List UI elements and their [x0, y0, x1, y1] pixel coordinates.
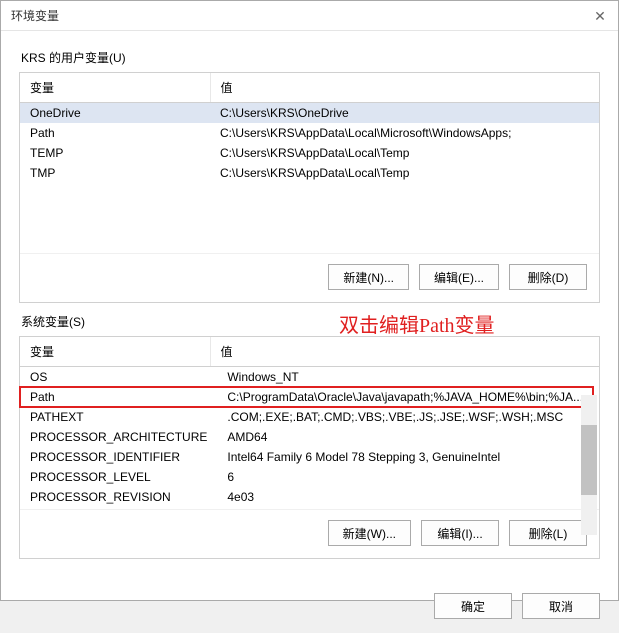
system-vars-table-wrap: 变量 值 OS Windows_NT Path — [20, 337, 599, 509]
system-button-row: 新建(W)... 编辑(I)... 删除(L) — [20, 509, 599, 558]
var-name: OS — [20, 367, 217, 387]
titlebar: 环境变量 ✕ — [1, 1, 618, 31]
user-vars-group: 变量 值 OneDrive C:\Users\KRS\OneDrive — [19, 72, 600, 303]
var-value: C:\ProgramData\Oracle\Java\javapath;%JAV… — [217, 387, 593, 407]
user-delete-button[interactable]: 删除(D) — [509, 264, 587, 290]
table-row[interactable]: TEMP C:\Users\KRS\AppData\Local\Temp — [20, 143, 599, 163]
system-vars-table[interactable]: 变量 值 — [20, 337, 599, 367]
user-table-scroll[interactable]: OneDrive C:\Users\KRS\OneDrive Path C:\U… — [20, 103, 599, 253]
table-row[interactable]: PATHEXT .COM;.EXE;.BAT;.CMD;.VBS;.VBE;.J… — [20, 407, 593, 427]
var-value: C:\Users\KRS\AppData\Local\Temp — [210, 143, 599, 163]
env-vars-dialog: 环境变量 ✕ KRS 的用户变量(U) 变量 值 — [0, 0, 619, 601]
var-value: 6 — [217, 467, 593, 487]
var-value: 4e03 — [217, 487, 593, 507]
sys-col-value[interactable]: 值 — [210, 337, 599, 367]
user-col-value[interactable]: 值 — [210, 73, 599, 103]
var-name: PROCESSOR_IDENTIFIER — [20, 447, 217, 467]
user-button-row: 新建(N)... 编辑(E)... 删除(D) — [20, 253, 599, 302]
table-row[interactable]: OS Windows_NT — [20, 367, 593, 387]
var-name: Path — [20, 387, 217, 407]
table-row[interactable]: PROCESSOR_IDENTIFIER Intel64 Family 6 Mo… — [20, 447, 593, 467]
user-col-name[interactable]: 变量 — [20, 73, 210, 103]
var-value: C:\Users\KRS\AppData\Local\Microsoft\Win… — [210, 123, 599, 143]
var-value: Intel64 Family 6 Model 78 Stepping 3, Ge… — [217, 447, 593, 467]
user-vars-table-wrap: 变量 值 OneDrive C:\Users\KRS\OneDrive — [20, 73, 599, 253]
system-delete-button[interactable]: 删除(L) — [509, 520, 587, 546]
var-name: PROCESSOR_ARCHITECTURE — [20, 427, 217, 447]
table-row[interactable]: PROCESSOR_LEVEL 6 — [20, 467, 593, 487]
table-row[interactable]: TMP C:\Users\KRS\AppData\Local\Temp — [20, 163, 599, 183]
system-edit-button[interactable]: 编辑(I)... — [421, 520, 499, 546]
system-new-button[interactable]: 新建(W)... — [328, 520, 411, 546]
cancel-button[interactable]: 取消 — [522, 593, 600, 619]
system-vars-label: 系统变量(S) — [21, 313, 600, 330]
dialog-content: KRS 的用户变量(U) 变量 值 OneDrive — [1, 31, 618, 579]
window-title: 环境变量 — [11, 7, 59, 24]
var-name: TEMP — [20, 143, 210, 163]
var-name: PROCESSOR_REVISION — [20, 487, 217, 507]
dialog-button-row: 确定 取消 — [1, 579, 618, 633]
var-value: .COM;.EXE;.BAT;.CMD;.VBS;.VBE;.JS;.JSE;.… — [217, 407, 593, 427]
table-row-highlighted[interactable]: Path C:\ProgramData\Oracle\Java\javapath… — [20, 387, 593, 407]
ok-button[interactable]: 确定 — [434, 593, 512, 619]
system-vars-group: 变量 值 OS Windows_NT Path — [19, 336, 600, 559]
var-name: PROCESSOR_LEVEL — [20, 467, 217, 487]
var-name: PATHEXT — [20, 407, 217, 427]
table-row[interactable]: PROCESSOR_ARCHITECTURE AMD64 — [20, 427, 593, 447]
table-row[interactable]: OneDrive C:\Users\KRS\OneDrive — [20, 103, 599, 123]
user-vars-label: KRS 的用户变量(U) — [21, 49, 600, 66]
var-name: OneDrive — [20, 103, 210, 123]
sys-col-name[interactable]: 变量 — [20, 337, 210, 367]
system-table-scroll[interactable]: OS Windows_NT Path C:\ProgramData\Oracle… — [20, 367, 599, 509]
var-value: C:\Users\KRS\OneDrive — [210, 103, 599, 123]
user-edit-button[interactable]: 编辑(E)... — [419, 264, 499, 290]
var-name: Path — [20, 123, 210, 143]
scrollbar-track[interactable] — [581, 395, 597, 535]
table-row[interactable]: PROCESSOR_REVISION 4e03 — [20, 487, 593, 507]
var-value: C:\Users\KRS\AppData\Local\Temp — [210, 163, 599, 183]
table-row[interactable]: Path C:\Users\KRS\AppData\Local\Microsof… — [20, 123, 599, 143]
scrollbar-thumb[interactable] — [581, 425, 597, 495]
var-value: Windows_NT — [217, 367, 593, 387]
user-vars-table[interactable]: 变量 值 — [20, 73, 599, 103]
user-new-button[interactable]: 新建(N)... — [328, 264, 409, 290]
var-value: AMD64 — [217, 427, 593, 447]
var-name: TMP — [20, 163, 210, 183]
close-icon[interactable]: ✕ — [590, 6, 610, 26]
